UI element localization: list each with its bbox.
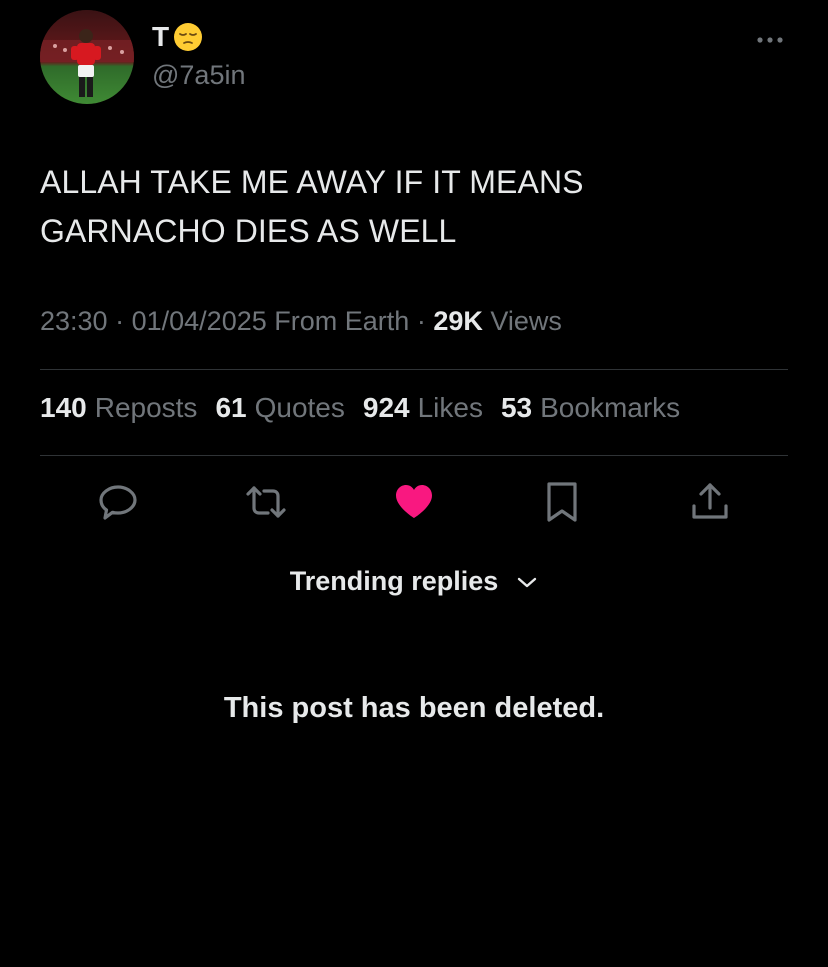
stat-count: 53 [500,392,533,423]
tweet-time[interactable]: 23:30 [40,306,108,336]
bookmark-icon [547,482,577,522]
separator: · [115,306,125,336]
reply-icon [99,485,137,520]
share-button[interactable] [688,480,732,524]
repost-button[interactable] [244,480,288,524]
separator: · [416,306,426,336]
tweet-text: ALLAH TAKE ME AWAY IF IT MEANS GARNACHO … [40,158,780,256]
heart-filled-icon [396,485,432,518]
trending-replies-label: Trending replies [289,566,499,596]
divider [40,455,788,456]
avatar-image [40,10,134,104]
reply-button[interactable] [96,480,140,524]
stat-likes[interactable]: 924 Likes [363,392,483,424]
divider [40,369,788,370]
stat-label: Bookmarks [540,392,681,423]
more-options-icon[interactable] [756,32,784,43]
tweet-date[interactable]: 01/04/2025 [132,306,267,336]
stat-label: Likes [417,392,483,423]
stat-bookmarks[interactable]: 53 Bookmarks [501,392,680,424]
action-bar [0,480,828,524]
chevron-down-icon [518,577,537,587]
tweet-text-line: GARNACHO DIES AS WELL [40,213,457,249]
like-button[interactable] [392,480,436,524]
avatar[interactable] [40,10,134,104]
author-names: T @7a5in [152,20,245,91]
pensive-face-emoji-icon [174,23,203,51]
tweet-source: From Earth [274,306,410,336]
stat-label: Quotes [254,392,345,423]
trending-replies: Trending replies [0,566,828,597]
handle[interactable]: @7a5in [152,60,245,91]
tweet-meta: 23:30 · 01/04/2025 From Earth · 29K View… [40,306,562,337]
stat-reposts[interactable]: 140 Reposts [40,392,197,424]
views-count: 29K [433,306,483,336]
stat-quotes[interactable]: 61 Quotes [215,392,344,424]
share-icon [692,483,728,519]
views-label: Views [490,306,562,336]
stat-count: 61 [215,392,247,423]
tweet-text-line: ALLAH TAKE ME AWAY IF IT MEANS [40,164,584,200]
tweet-header: T @7a5in [40,10,788,106]
bookmark-button[interactable] [540,480,584,524]
display-name[interactable]: T [152,20,245,54]
deleted-post-notice: This post has been deleted. [223,692,605,724]
repost-icon [246,486,286,518]
display-name-text: T [152,21,170,52]
engagement-stats: 140 Reposts 61 Quotes 924 Likes 53 Bookmarks [40,392,680,424]
stat-label: Reposts [94,392,198,423]
stat-count: 140 [40,392,87,423]
stat-count: 924 [362,392,410,423]
trending-replies-dropdown[interactable]: Trending replies [290,566,539,597]
